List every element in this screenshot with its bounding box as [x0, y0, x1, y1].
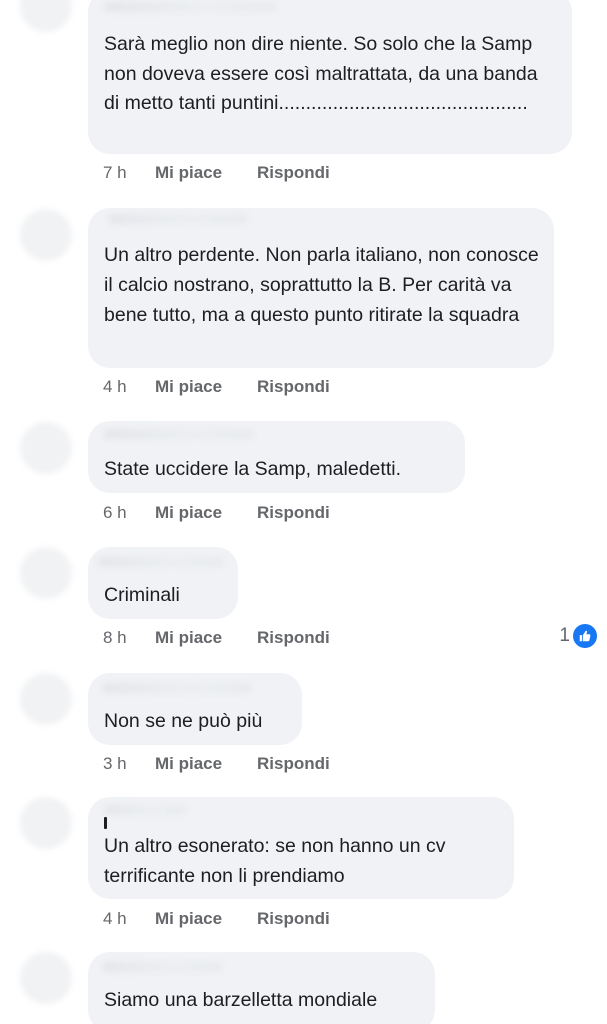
comment-bubble: Un altro perdente. Non parla italiano, n…: [88, 208, 554, 368]
reply-button[interactable]: Rispondi: [257, 163, 330, 183]
comment-timestamp[interactable]: 8 h: [103, 628, 127, 648]
comment-text: Criminali: [104, 584, 180, 606]
comment-text: Un altro perdente. Non parla italiano, n…: [104, 244, 539, 326]
comment-bubble: State uccidere la Samp, maledetti.: [88, 421, 465, 493]
author-name-blurred[interactable]: [98, 557, 224, 567]
author-name-blurred[interactable]: [102, 683, 252, 693]
avatar[interactable]: [20, 673, 72, 725]
comment-feed: Sarà meglio non dire niente. So solo che…: [0, 0, 607, 1024]
comment-text: Siamo una barzelletta mondiale: [104, 989, 378, 1011]
like-button[interactable]: Mi piace: [155, 754, 222, 774]
avatar[interactable]: [20, 547, 72, 599]
comment-text: Sarà meglio non dire niente. So solo che…: [104, 33, 538, 114]
author-name-blurred[interactable]: [104, 429, 254, 439]
reply-button[interactable]: Rispondi: [257, 377, 330, 397]
reply-button[interactable]: Rispondi: [257, 754, 330, 774]
like-button[interactable]: Mi piace: [155, 163, 222, 183]
author-name-blurred[interactable]: [104, 2, 276, 12]
author-name-blurred[interactable]: [104, 805, 186, 815]
author-name-fragment: [104, 817, 107, 829]
reply-button[interactable]: Rispondi: [257, 503, 330, 523]
comment-timestamp[interactable]: 4 h: [103, 909, 127, 929]
like-button[interactable]: Mi piace: [155, 909, 222, 929]
reply-button[interactable]: Rispondi: [257, 909, 330, 929]
author-name-blurred[interactable]: [108, 214, 248, 224]
avatar[interactable]: [20, 0, 72, 32]
comment-timestamp[interactable]: 3 h: [103, 754, 127, 774]
comment-bubble: Un altro esonerato: se non hanno un cv t…: [88, 797, 514, 899]
reaction-summary[interactable]: 1: [559, 624, 597, 648]
avatar[interactable]: [20, 797, 72, 849]
comment-timestamp[interactable]: 4 h: [103, 377, 127, 397]
avatar[interactable]: [20, 422, 72, 474]
comment-text: Non se ne può più: [104, 710, 263, 732]
author-name-blurred[interactable]: [102, 962, 222, 972]
comment-bubble: Sarà meglio non dire niente. So solo che…: [88, 0, 572, 154]
like-button[interactable]: Mi piace: [155, 503, 222, 523]
comment-bubble: Siamo una barzelletta mondiale: [88, 952, 435, 1024]
reaction-count: 1: [559, 625, 570, 646]
avatar[interactable]: [20, 952, 72, 1004]
comment-timestamp[interactable]: 6 h: [103, 503, 127, 523]
comment-text: State uccidere la Samp, maledetti.: [104, 458, 401, 480]
like-button[interactable]: Mi piace: [155, 377, 222, 397]
like-icon: [573, 624, 597, 648]
like-button[interactable]: Mi piace: [155, 628, 222, 648]
comment-text: Un altro esonerato: se non hanno un cv t…: [104, 835, 446, 887]
comment-bubble: Non se ne può più: [88, 673, 302, 745]
comment-timestamp[interactable]: 7 h: [103, 163, 127, 183]
avatar[interactable]: [20, 209, 72, 261]
comment-bubble: Criminali: [88, 547, 238, 619]
reply-button[interactable]: Rispondi: [257, 628, 330, 648]
